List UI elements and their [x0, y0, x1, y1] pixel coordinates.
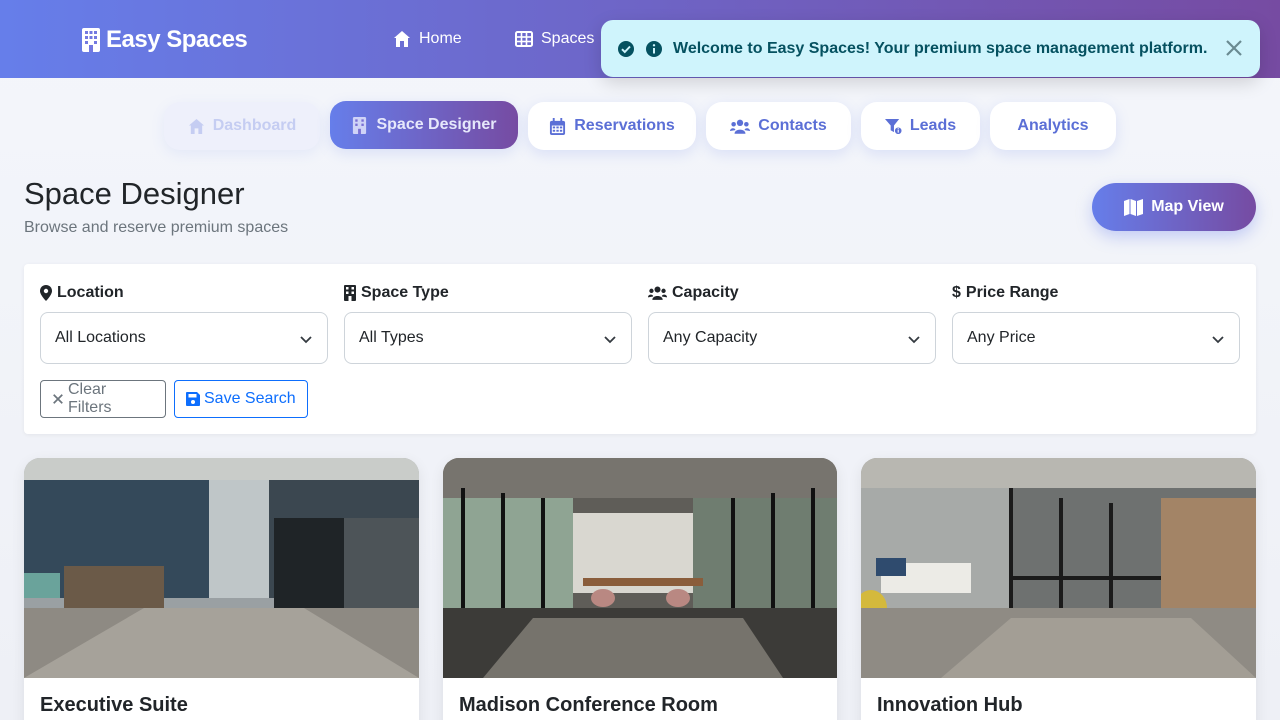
toast-message: Welcome to Easy Spaces! Your premium spa… [673, 39, 1208, 57]
location-label: Location [40, 284, 124, 302]
tab-label: Dashboard [212, 117, 297, 134]
funnel-icon [884, 118, 902, 135]
location-select[interactable]: All Locations [40, 312, 328, 364]
chevron-down-icon [908, 336, 920, 344]
page-subtitle: Browse and reserve premium spaces [24, 219, 289, 236]
map-marker-icon [40, 285, 52, 301]
tab-label: Analytics [1017, 117, 1089, 134]
save-search-button[interactable]: Save Search [174, 380, 308, 418]
space-type-select-value: All Types [359, 329, 424, 346]
brand-logo[interactable]: Easy Spaces [82, 24, 248, 56]
capacity-label-text: Capacity [672, 284, 739, 301]
dollar-icon: $ [952, 284, 961, 301]
location-label-text: Location [57, 284, 124, 301]
page-title: Space Designer [24, 176, 245, 211]
save-icon [186, 392, 200, 406]
filters-panel: Location All Locations Space Type All Ty… [24, 264, 1256, 434]
capacity-select[interactable]: Any Capacity [648, 312, 936, 364]
capacity-select-value: Any Capacity [663, 329, 758, 346]
map-view-button[interactable]: Map View [1092, 183, 1256, 231]
map-icon [1124, 198, 1144, 216]
map-view-label: Map View [1151, 198, 1224, 215]
nav-link-home[interactable]: Home [393, 28, 462, 50]
close-icon[interactable] [1224, 38, 1244, 58]
welcome-toast: Welcome to Easy Spaces! Your premium spa… [601, 20, 1260, 77]
users-icon [730, 119, 751, 134]
space-type-label-text: Space Type [361, 284, 449, 301]
space-type-label: Space Type [344, 284, 449, 302]
nav-link-spaces[interactable]: Spaces [515, 28, 594, 50]
space-photo [443, 458, 837, 678]
chevron-down-icon [1212, 336, 1224, 344]
home-icon [188, 118, 204, 134]
save-search-label: Save Search [204, 390, 296, 407]
space-card[interactable]: Executive Suite [24, 458, 419, 720]
price-range-label-text: Price Range [965, 284, 1059, 301]
space-type-select[interactable]: All Types [344, 312, 632, 364]
check-circle-icon [617, 40, 635, 58]
tab-label: Space Designer [376, 116, 497, 133]
space-card[interactable]: Madison Conference Room [443, 458, 837, 720]
users-icon [648, 286, 667, 300]
building-icon [344, 285, 356, 301]
building-icon [353, 116, 367, 134]
nav-link-label: Spaces [541, 30, 595, 47]
tab-label: Leads [909, 117, 957, 134]
calendar-icon [550, 117, 566, 135]
tab-dashboard[interactable]: Dashboard [164, 102, 320, 150]
clear-filters-label: Clear Filters [67, 381, 112, 416]
brand-name: Easy Spaces [106, 26, 248, 53]
price-range-label: $ Price Range [952, 284, 1058, 302]
space-name: Executive Suite [40, 694, 188, 716]
location-select-value: All Locations [55, 329, 146, 346]
tab-space-designer[interactable]: Space Designer [330, 101, 518, 149]
space-card[interactable]: Innovation Hub [861, 458, 1256, 720]
chevron-down-icon [300, 336, 312, 344]
home-icon [394, 31, 410, 47]
price-range-select[interactable]: Any Price [952, 312, 1240, 364]
close-icon [53, 394, 63, 404]
space-name: Innovation Hub [877, 694, 1023, 716]
nav-link-label: Home [419, 30, 462, 47]
chevron-down-icon [604, 336, 616, 344]
tab-analytics[interactable]: Analytics [990, 102, 1116, 150]
capacity-label: Capacity [648, 284, 739, 302]
tab-label: Contacts [758, 117, 827, 134]
clear-filters-button[interactable]: Clear Filters [40, 380, 166, 418]
tab-reservations[interactable]: Reservations [528, 102, 696, 150]
building-icon [82, 28, 100, 52]
tab-leads[interactable]: Leads [861, 102, 980, 150]
tab-contacts[interactable]: Contacts [706, 102, 851, 150]
space-name: Madison Conference Room [459, 694, 718, 716]
space-photo [861, 458, 1256, 678]
price-range-select-value: Any Price [967, 329, 1036, 346]
info-circle-icon [645, 40, 663, 58]
tab-label: Reservations [574, 117, 675, 134]
table-icon [515, 31, 533, 47]
space-photo [24, 458, 419, 678]
